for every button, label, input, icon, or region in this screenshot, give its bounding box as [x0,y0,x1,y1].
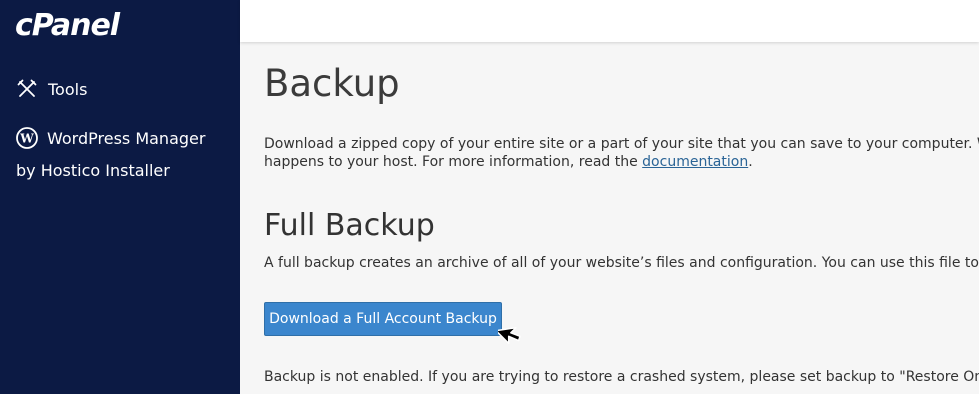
sidebar-item-wordpress-manager[interactable]: W WordPress Manager by Hostico Installer [16,123,226,187]
documentation-link[interactable]: documentation [642,154,748,170]
cpanel-logo[interactable]: cPanel [15,6,120,46]
page-title: Backup [264,62,400,105]
full-backup-heading: Full Backup [264,208,435,243]
sidebar-item-tools[interactable]: Tools [16,78,87,100]
intro-line-2-text: happens to your host. For more informati… [264,154,643,170]
intro-line-1: Download a zipped copy of your entire si… [264,136,979,152]
top-header-bar [240,0,979,42]
full-backup-description: A full backup creates an archive of all … [264,255,979,271]
sidebar-item-label: WordPress Manager [47,129,206,148]
tools-icon [16,78,38,100]
sidebar-item-label: Tools [48,79,88,99]
pointer-cursor-icon [498,327,521,345]
intro-line-2-end: . [748,154,753,170]
cpanel-window: cPanel Tools W WordPress Manager by Host… [0,0,979,394]
sidebar: cPanel Tools W WordPress Manager by Host… [0,0,240,394]
intro-line-2: happens to your host. For more informati… [264,153,979,171]
backup-status-message: Backup is not enabled. If you are trying… [264,369,979,385]
sidebar-item-sublabel: by Hostico Installer [16,161,170,180]
intro-paragraph: Download a zipped copy of your entire si… [264,135,979,171]
main-content: Backup Download a zipped copy of your en… [264,42,979,394]
svg-text:W: W [19,131,34,145]
download-full-backup-button[interactable]: Download a Full Account Backup [264,302,502,336]
wordpress-icon: W [16,126,38,149]
